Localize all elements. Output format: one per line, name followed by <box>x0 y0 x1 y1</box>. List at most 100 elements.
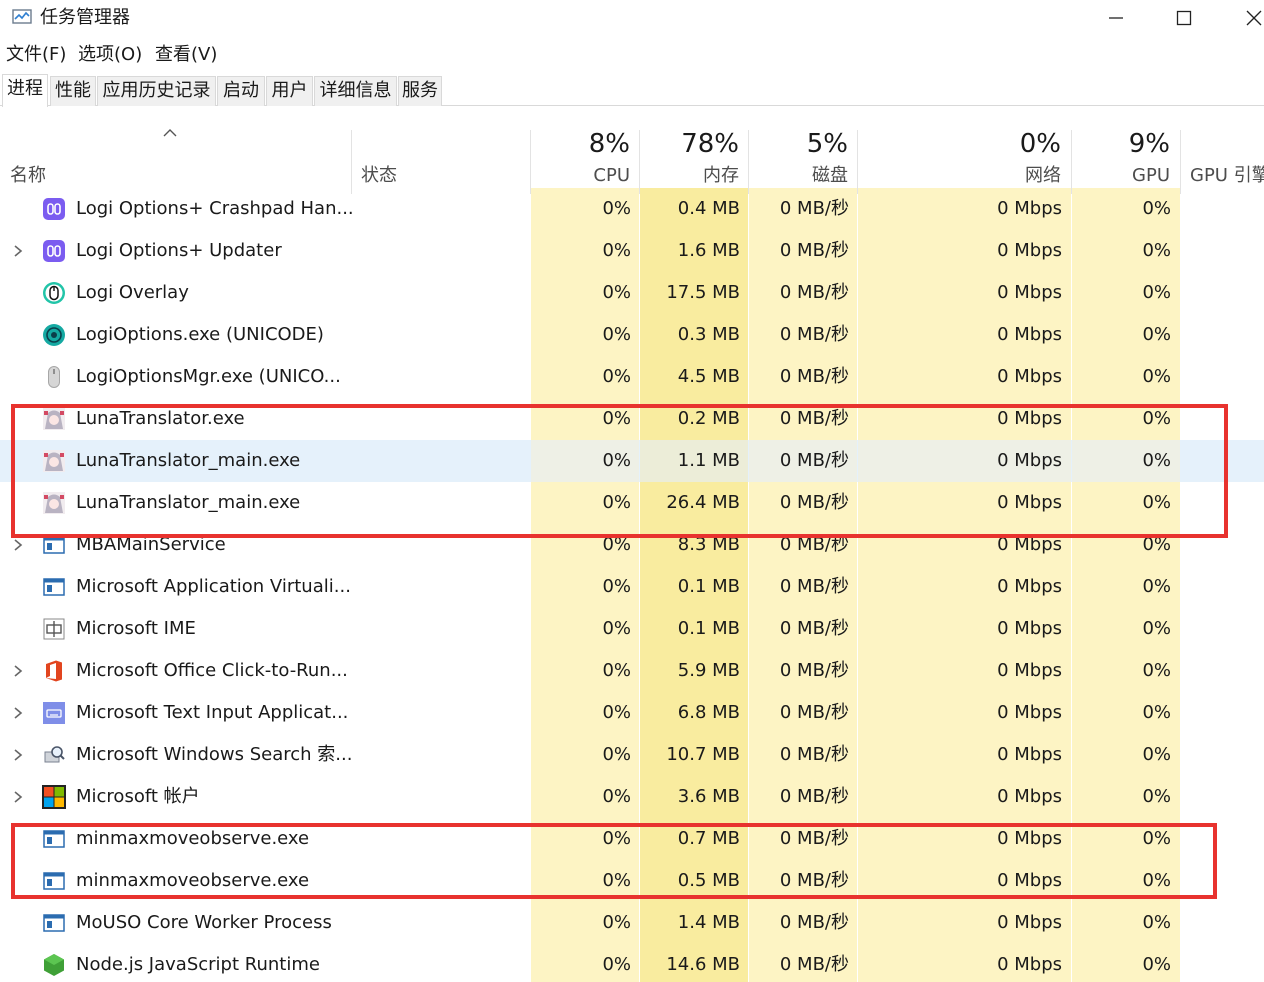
process-row[interactable]: Logi Overlay 0% 17.5 MB 0 MB/秒 0 Mbps 0% <box>0 272 1264 314</box>
column-header: 名称 状态 8% CPU 78% 内存 5% 磁盘 0% 网络 9% GPU G… <box>0 118 1264 194</box>
menu-file[interactable]: 文件(F) <box>6 43 66 67</box>
window-app-icon <box>42 575 66 599</box>
process-row[interactable]: Logi Options+ Crashpad Han... 0% 0.4 MB 0 M… <box>0 188 1264 230</box>
cpu-value: 0% <box>602 324 631 345</box>
process-row[interactable]: LogiOptions.exe (UNICODE) 0% 0.3 MB 0 MB/秒 0… <box>0 314 1264 356</box>
tab-details[interactable]: 详细信息 <box>314 76 397 106</box>
gpu-value: 0% <box>1142 240 1171 261</box>
network-value: 0 Mbps <box>997 828 1062 849</box>
memory-value: 1.6 MB <box>677 240 740 261</box>
header-cpu-percent: 8% <box>588 129 630 159</box>
header-status[interactable]: 状态 <box>361 164 397 188</box>
process-name: Microsoft 帐户 <box>76 786 200 807</box>
gpu-value: 0% <box>1142 492 1171 513</box>
process-row[interactable]: MoUSO Core Worker Process 0% 1.4 MB 0 MB/秒 0… <box>0 902 1264 944</box>
tab-startup[interactable]: 启动 <box>217 76 265 106</box>
chevron-right-icon[interactable] <box>12 244 24 258</box>
memory-value: 0.4 MB <box>677 198 740 219</box>
process-row[interactable]: Logi Options+ Updater 0% 1.6 MB 0 MB/秒 0 Mbp… <box>0 230 1264 272</box>
cpu-value: 0% <box>602 744 631 765</box>
cpu-value: 0% <box>602 828 631 849</box>
close-icon <box>1246 10 1262 26</box>
network-value: 0 Mbps <box>997 954 1062 975</box>
gpu-value: 0% <box>1142 450 1171 471</box>
header-name[interactable]: 名称 <box>10 164 46 188</box>
cpu-value: 0% <box>602 282 631 303</box>
gpu-value: 0% <box>1142 660 1171 681</box>
logi-options-icon <box>42 323 66 347</box>
header-gpu-engine[interactable]: GPU 引擎 <box>1190 164 1264 188</box>
nodejs-icon <box>42 953 66 977</box>
column-divider[interactable] <box>351 130 352 194</box>
memory-value: 4.5 MB <box>677 366 740 387</box>
process-name: minmaxmoveobserve.exe <box>76 870 310 891</box>
chevron-right-icon[interactable] <box>12 664 24 678</box>
process-row[interactable]: MBAMainService 0% 8.3 MB 0 MB/秒 0 Mbps 0% <box>0 524 1264 566</box>
chevron-right-icon[interactable] <box>12 538 24 552</box>
network-value: 0 Mbps <box>997 408 1062 429</box>
process-row[interactable]: LunaTranslator.exe 0% 0.2 MB 0 MB/秒 0 Mbps 0% <box>0 398 1264 440</box>
process-row[interactable]: Microsoft Application Virtuali... 0% 0.1 M… <box>0 566 1264 608</box>
menu-options[interactable]: 选项(O) <box>78 43 142 67</box>
process-row[interactable]: Microsoft IME 0% 0.1 MB 0 MB/秒 0 Mbps 0% <box>0 608 1264 650</box>
window-title: 任务管理器 <box>40 7 130 28</box>
disk-value: 0 MB/秒 <box>779 660 849 681</box>
close-button[interactable] <box>1218 0 1264 36</box>
header-disk-percent: 5% <box>806 129 848 159</box>
process-name: Microsoft Office Click-to-Run... <box>76 660 348 681</box>
gpu-value: 0% <box>1142 534 1171 555</box>
process-row[interactable]: Microsoft Text Input Applicat... 0% 6.8 MB… <box>0 692 1264 734</box>
chevron-right-icon[interactable] <box>12 706 24 720</box>
gpu-value: 0% <box>1142 576 1171 597</box>
disk-value: 0 MB/秒 <box>779 870 849 891</box>
memory-value: 0.2 MB <box>677 408 740 429</box>
cpu-value: 0% <box>602 912 631 933</box>
cpu-value: 0% <box>602 702 631 723</box>
process-row[interactable]: LunaTranslator_main.exe 0% 26.4 MB 0 MB/秒 0 … <box>0 482 1264 524</box>
process-name: Logi Options+ Crashpad Han... <box>76 198 354 219</box>
gpu-value: 0% <box>1142 324 1171 345</box>
process-row[interactable]: LunaTranslator_main.exe 0% 1.1 MB 0 MB/秒 0 M… <box>0 440 1264 482</box>
memory-value: 0.3 MB <box>677 324 740 345</box>
ime-icon <box>42 617 66 641</box>
cpu-value: 0% <box>602 408 631 429</box>
mouse-icon <box>42 365 66 389</box>
process-row[interactable]: minmaxmoveobserve.exe 0% 0.5 MB 0 MB/秒 0 Mbp… <box>0 860 1264 902</box>
microsoft-logo-icon <box>42 785 66 809</box>
tab-users[interactable]: 用户 <box>266 76 313 106</box>
cpu-value: 0% <box>602 492 631 513</box>
process-row[interactable]: Node.js JavaScript Runtime 0% 14.6 MB 0 MB/… <box>0 944 1264 982</box>
disk-value: 0 MB/秒 <box>779 954 849 975</box>
memory-value: 8.3 MB <box>677 534 740 555</box>
chevron-right-icon[interactable] <box>12 748 24 762</box>
process-name: MoUSO Core Worker Process <box>76 912 332 933</box>
network-value: 0 Mbps <box>997 660 1062 681</box>
gpu-value: 0% <box>1142 954 1171 975</box>
tab-app-history[interactable]: 应用历史记录 <box>97 76 216 106</box>
process-name: LunaTranslator.exe <box>76 408 245 429</box>
process-row[interactable]: LogiOptionsMgr.exe (UNICO... 0% 4.5 MB 0 MB… <box>0 356 1264 398</box>
process-name: Microsoft Text Input Applicat... <box>76 702 349 723</box>
process-row[interactable]: Microsoft Windows Search 索... 0% 10.7 MB 0 … <box>0 734 1264 776</box>
process-row[interactable]: minmaxmoveobserve.exe 0% 0.7 MB 0 MB/秒 0 Mbp… <box>0 818 1264 860</box>
menu-view[interactable]: 查看(V) <box>155 43 217 67</box>
tab-performance[interactable]: 性能 <box>50 76 96 106</box>
cpu-value: 0% <box>602 366 631 387</box>
chevron-right-icon[interactable] <box>12 790 24 804</box>
disk-value: 0 MB/秒 <box>779 702 849 723</box>
disk-value: 0 MB/秒 <box>779 324 849 345</box>
cpu-value: 0% <box>602 534 631 555</box>
column-divider[interactable] <box>1180 130 1181 194</box>
process-name: LunaTranslator_main.exe <box>76 492 301 513</box>
minimize-button[interactable] <box>1080 0 1152 36</box>
cpu-value: 0% <box>602 198 631 219</box>
process-row[interactable]: Microsoft 帐户 0% 3.6 MB 0 MB/秒 0 Mbps 0% <box>0 776 1264 818</box>
tab-services[interactable]: 服务 <box>398 76 442 106</box>
network-value: 0 Mbps <box>997 492 1062 513</box>
process-name: Node.js JavaScript Runtime <box>76 954 320 975</box>
maximize-button[interactable] <box>1148 0 1220 36</box>
tab-processes[interactable]: 进程 <box>2 74 48 107</box>
gpu-value: 0% <box>1142 828 1171 849</box>
memory-value: 5.9 MB <box>677 660 740 681</box>
process-row[interactable]: Microsoft Office Click-to-Run... 0% 5.9 MB… <box>0 650 1264 692</box>
